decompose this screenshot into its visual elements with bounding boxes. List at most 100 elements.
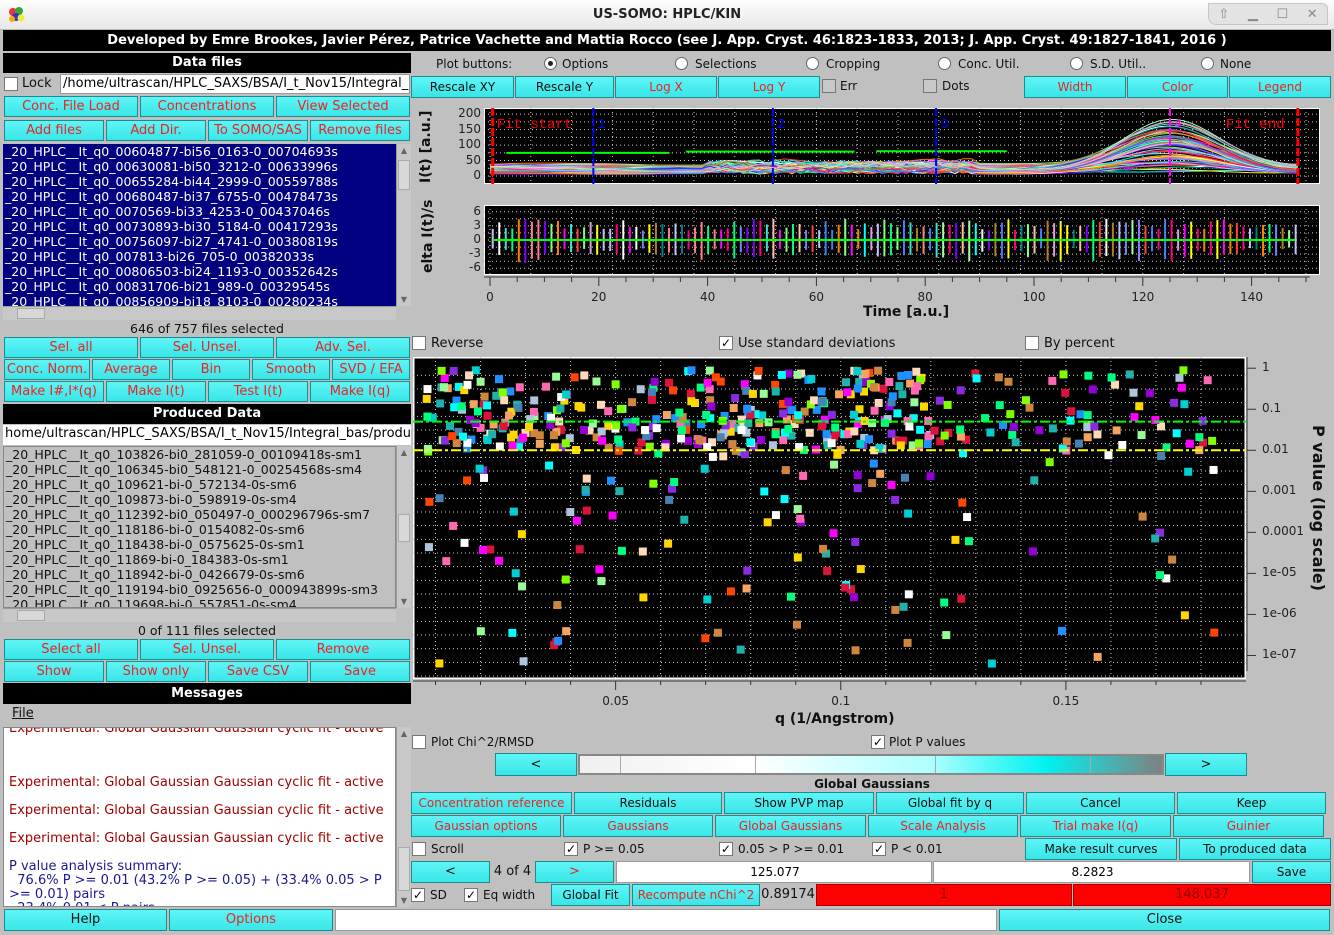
list-item[interactable]: _20_HPLC__It_q0_0070569-bi33_4253-0_0043… xyxy=(3,204,396,219)
concentrations-button[interactable]: Concentrations xyxy=(140,96,274,117)
err-checkbox[interactable] xyxy=(822,79,836,93)
produced-files-list[interactable]: _20_HPLC__It_q0_103826-bi0_281059-0_0010… xyxy=(3,446,396,608)
scroll-down-icon[interactable]: ▼ xyxy=(397,896,411,905)
produced-files-hscroll[interactable] xyxy=(3,608,396,622)
produced-files-vscroll[interactable]: ▲ ▼ xyxy=(396,446,411,608)
scroll-up-icon[interactable]: ▲ xyxy=(397,146,411,155)
list-item[interactable]: _20_HPLC__It_q0_118438-bi-0_0575625-0s-s… xyxy=(4,537,395,552)
gaussian-center-field[interactable]: 125.077 xyxy=(616,861,932,883)
view-selected-button[interactable]: View Selected xyxy=(276,96,410,117)
add-files-button[interactable]: Add files xyxy=(4,120,104,141)
list-item[interactable]: _20_HPLC__It_q0_119698-bi-0_557851-0s-sm… xyxy=(4,597,395,607)
conc-norm-button[interactable]: Conc. Norm. xyxy=(4,359,90,380)
add-dir-button[interactable]: Add Dir. xyxy=(106,120,206,141)
radio-sd-util[interactable] xyxy=(1070,57,1083,70)
options-button[interactable]: Options xyxy=(169,909,333,931)
to-produced-data-button[interactable]: To produced data xyxy=(1179,838,1331,860)
smooth-button[interactable]: Smooth xyxy=(252,359,330,380)
list-item[interactable]: _20_HPLC__It_q0_00680487-bi37_6755-0_004… xyxy=(3,189,396,204)
list-item[interactable]: _20_HPLC__It_q0_109621-bi-0_572134-0s-sm… xyxy=(4,477,395,492)
list-item[interactable]: _20_HPLC__It_q0_118186-bi-0_0154082-0s-s… xyxy=(4,522,395,537)
recompute-nchi-button[interactable]: Recompute nChi^2 xyxy=(632,884,760,906)
make-result-curves-button[interactable]: Make result curves xyxy=(1025,838,1177,860)
data-files-vscroll[interactable]: ▲ ▼ xyxy=(396,144,411,306)
next-gaussian-button[interactable]: > xyxy=(535,861,614,883)
file-menu[interactable]: File xyxy=(12,706,34,721)
legend-button[interactable]: Legend xyxy=(1229,76,1331,98)
select-all-button[interactable]: Select all xyxy=(4,639,138,660)
data-files-list[interactable]: _20_HPLC__It_q0_00604877-bi56_0163-0_007… xyxy=(3,144,396,306)
bin-button[interactable]: Bin xyxy=(172,359,250,380)
prev-gaussian-button[interactable]: < xyxy=(411,861,490,883)
gaussian-slider[interactable] xyxy=(578,754,1164,775)
global-gaussians-button[interactable]: Global Gaussians xyxy=(715,815,866,837)
p-value-plot[interactable] xyxy=(413,357,1246,679)
log-x-button[interactable]: Log X xyxy=(615,76,717,98)
make-iq-button[interactable]: Make I(q) xyxy=(310,381,410,402)
produced-sel-unsel-button[interactable]: Sel. Unsel. xyxy=(140,639,274,660)
show-only-button[interactable]: Show only xyxy=(106,661,206,682)
use-sd-checkbox[interactable]: ✓ xyxy=(719,336,733,350)
list-item[interactable]: _20_HPLC__It_q0_112392-bi0_050497-0_0002… xyxy=(4,507,395,522)
close-button[interactable]: Close xyxy=(999,909,1330,931)
list-item[interactable]: _20_HPLC__It_q0_00630081-bi50_3212-0_006… xyxy=(3,159,396,174)
conc-file-load-button[interactable]: Conc. File Load xyxy=(4,96,138,117)
svd-efa-button[interactable]: SVD / EFA xyxy=(332,359,410,380)
save-produced-button[interactable]: Save xyxy=(310,661,410,682)
list-item[interactable]: _20_HPLC__It_q0_007813-bi26_705-0_003820… xyxy=(3,249,396,264)
remove-button[interactable]: Remove xyxy=(276,639,410,660)
list-item[interactable]: _20_HPLC__It_q0_00831706-bi21_989-0_0032… xyxy=(3,279,396,294)
list-item[interactable]: _20_HPLC__It_q0_00655284-bi44_2999-0_005… xyxy=(3,174,396,189)
log-y-button[interactable]: Log Y xyxy=(718,76,820,98)
minimize-icon[interactable]: ▁ xyxy=(1248,7,1258,22)
dots-checkbox[interactable] xyxy=(923,79,937,93)
list-item[interactable]: _20_HPLC__It_q0_106345-bi0_548121-0_0025… xyxy=(4,462,395,477)
radio-options[interactable] xyxy=(544,57,557,70)
global-fit-by-q-button[interactable]: Global fit by q xyxy=(876,792,1024,814)
adv-sel-button[interactable]: Adv. Sel. xyxy=(276,337,410,358)
global-fit-button[interactable]: Global Fit xyxy=(551,884,630,906)
rescale-xy-button[interactable]: Rescale XY xyxy=(411,76,514,98)
up-icon[interactable]: ⇧ xyxy=(1218,7,1229,22)
list-item[interactable]: _20_HPLC__It_q0_119194-bi0_0925656-0_000… xyxy=(4,582,395,597)
radio-selections[interactable] xyxy=(675,57,688,70)
to-somo-sas-button[interactable]: To SOMO/SAS xyxy=(208,120,308,141)
gaussian-prev-button[interactable]: < xyxy=(495,753,577,776)
p-mid-checkbox[interactable]: ✓ xyxy=(719,842,733,856)
sel-unsel-button[interactable]: Sel. Unsel. xyxy=(140,337,274,358)
save-gaussian-button[interactable]: Save xyxy=(1252,861,1331,883)
trial-make-i-q-button[interactable]: Trial make I(q) xyxy=(1020,815,1171,837)
sel-all-button[interactable]: Sel. all xyxy=(4,337,138,358)
average-button[interactable]: Average xyxy=(92,359,170,380)
plot-chi-checkbox[interactable] xyxy=(412,735,426,749)
maximize-icon[interactable]: ☐ xyxy=(1276,7,1288,22)
scroll-up-icon[interactable]: ▲ xyxy=(397,729,411,738)
list-item[interactable]: _20_HPLC__It_q0_103826-bi0_281059-0_0010… xyxy=(4,447,395,462)
radio-conc-util[interactable] xyxy=(938,57,951,70)
concentration-reference-button[interactable]: Concentration reference xyxy=(411,792,572,814)
scroll-down-icon[interactable]: ▼ xyxy=(397,295,411,304)
radio-cropping[interactable] xyxy=(806,57,819,70)
list-item[interactable]: _20_HPLC__It_q0_00856909-bi18_8103-0_002… xyxy=(3,294,396,306)
remove-files-button[interactable]: Remove files xyxy=(310,120,410,141)
list-item[interactable]: _20_HPLC__It_q0_11869-bi-0_184383-0s-sm1 xyxy=(4,552,395,567)
gaussian-options-button[interactable]: Gaussian options xyxy=(411,815,561,837)
rescale-y-button[interactable]: Rescale Y xyxy=(515,76,614,98)
p-high-checkbox[interactable]: ✓ xyxy=(564,842,578,856)
scroll-down-icon[interactable]: ▼ xyxy=(397,597,411,606)
eq-width-checkbox[interactable]: ✓ xyxy=(464,888,478,902)
keep-button[interactable]: Keep xyxy=(1177,792,1326,814)
make-it-button[interactable]: Make I(t) xyxy=(106,381,206,402)
reverse-checkbox[interactable] xyxy=(412,336,426,350)
sd-checkbox[interactable]: ✓ xyxy=(411,888,425,902)
show-pvp-map-button[interactable]: Show PVP map xyxy=(724,792,874,814)
list-item[interactable]: _20_HPLC__It_q0_00730893-bi30_5184-0_004… xyxy=(3,219,396,234)
it-plot[interactable]: Fit start 1 2 3 4 Fit end xyxy=(484,108,1320,184)
test-it-button[interactable]: Test I(t) xyxy=(208,381,308,402)
messages-vscroll[interactable]: ▲ ▼ xyxy=(396,727,411,907)
help-button[interactable]: Help xyxy=(4,909,167,931)
produced-path-field[interactable]: home/ultrascan/HPLC_SAXS/BSA/I_t_Nov15/I… xyxy=(3,425,411,445)
plot-p-checkbox[interactable]: ✓ xyxy=(871,735,885,749)
list-item[interactable]: _20_HPLC__It_q0_00806503-bi24_1193-0_003… xyxy=(3,264,396,279)
data-files-hscroll[interactable] xyxy=(3,306,396,320)
